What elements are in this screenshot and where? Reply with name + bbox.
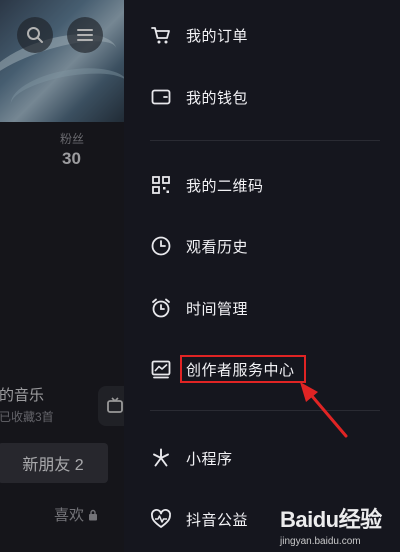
menu-item-douyin-charity[interactable]: 抖音公益 — [150, 504, 248, 534]
menu-item-label: 我的订单 — [186, 27, 249, 45]
clock-icon — [150, 235, 172, 257]
cart-icon — [150, 24, 172, 46]
menu-item-watch-history[interactable]: 观看历史 — [150, 231, 248, 261]
watermark-brand: Baidu经验 — [280, 507, 382, 532]
menu-item-label: 我的二维码 — [186, 177, 264, 195]
highlight-box — [180, 355, 306, 383]
menu-item-my-orders[interactable]: 我的订单 — [150, 20, 248, 50]
alarm-clock-icon — [150, 297, 172, 319]
menu-item-label: 小程序 — [186, 450, 233, 468]
menu-item-my-qrcode[interactable]: 我的二维码 — [150, 170, 264, 200]
side-drawer-menu: 我的订单 我的钱包 我的二维码 观看历史 时间管理 创作者服务中心 小程序 抖音… — [124, 0, 400, 552]
menu-item-label: 观看历史 — [186, 238, 249, 256]
menu-item-label: 我的钱包 — [186, 89, 249, 107]
menu-item-label: 时间管理 — [186, 300, 249, 318]
menu-item-my-wallet[interactable]: 我的钱包 — [150, 82, 248, 112]
asterisk-icon — [150, 447, 172, 469]
menu-item-mini-programs[interactable]: 小程序 — [150, 443, 233, 473]
background-profile-panel: 粉丝 30 我的音乐 已收藏3首 新朋友 2 喜欢 — [0, 0, 134, 552]
chart-icon — [150, 358, 172, 380]
baidu-jingyan-watermark: Baidu经验 jingyan.baidu.com — [280, 502, 382, 547]
menu-item-label: 抖音公益 — [186, 511, 249, 529]
watermark-url: jingyan.baidu.com — [280, 536, 361, 547]
menu-divider — [150, 410, 380, 411]
heart-pulse-icon — [150, 508, 172, 530]
menu-item-time-management[interactable]: 时间管理 — [150, 293, 248, 323]
qrcode-icon — [150, 174, 172, 196]
wallet-icon — [150, 86, 172, 108]
menu-divider — [150, 140, 380, 141]
